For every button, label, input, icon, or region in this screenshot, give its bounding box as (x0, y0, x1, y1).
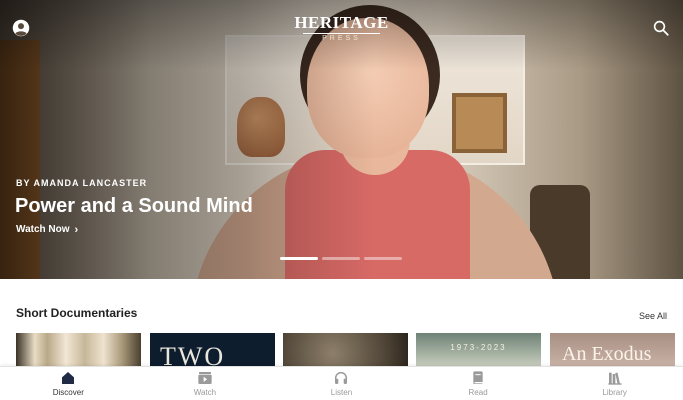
nav-item-library[interactable]: Library (546, 367, 683, 400)
documentary-card[interactable]: TWO (150, 333, 275, 367)
nav-item-listen[interactable]: Listen (273, 367, 410, 400)
card-title: 1973-2023 (450, 343, 507, 352)
app-root: HERITAGE PRESS BY AMANDA LANCASTER Power… (0, 0, 683, 400)
nav-item-label: Read (468, 388, 488, 397)
card-title: An Exodus (562, 343, 652, 365)
carousel-dot[interactable] (364, 257, 402, 260)
logo-main-text: HERITAGE (294, 13, 389, 32)
hero-banner[interactable]: HERITAGE PRESS BY AMANDA LANCASTER Power… (0, 0, 683, 279)
carousel-indicators[interactable] (280, 257, 402, 260)
nav-item-read[interactable]: Read (410, 367, 547, 400)
library-icon (608, 372, 622, 385)
nav-item-label: Library (602, 388, 627, 397)
hero-byline: BY AMANDA LANCASTER (16, 178, 148, 188)
documentary-card[interactable] (16, 333, 141, 367)
section-title: Short Documentaries (16, 306, 138, 320)
bottom-navigation: Discover Watch Listen Read Library (0, 366, 683, 400)
see-all-link[interactable]: See All (639, 311, 667, 321)
watch-now-label: Watch Now (16, 224, 70, 235)
nav-item-discover[interactable]: Discover (0, 367, 137, 400)
documentary-carousel[interactable]: TWO 1973-2023 An Exodus (16, 333, 683, 367)
nav-item-label: Discover (52, 388, 84, 397)
hero-title[interactable]: Power and a Sound Mind (15, 195, 253, 218)
nav-item-label: Watch (193, 388, 217, 397)
account-icon[interactable] (12, 19, 30, 37)
carousel-dot[interactable] (322, 257, 360, 260)
play-icon (198, 372, 212, 384)
nav-item-label: Listen (330, 388, 353, 397)
headphones-icon (335, 372, 348, 384)
logo-sub-text: PRESS (303, 33, 380, 43)
documentary-card[interactable]: An Exodus (550, 333, 675, 367)
home-icon (62, 372, 75, 384)
documentary-card[interactable]: 1973-2023 (416, 333, 541, 367)
carousel-dot[interactable] (280, 257, 318, 260)
nav-item-watch[interactable]: Watch (137, 367, 274, 400)
documentary-card[interactable] (283, 333, 408, 367)
card-title: TWO (160, 342, 226, 367)
watch-now-link[interactable]: Watch Now › (16, 224, 78, 235)
search-icon[interactable] (652, 19, 670, 37)
app-logo[interactable]: HERITAGE PRESS (291, 14, 392, 43)
chevron-right-icon: › (74, 223, 79, 236)
book-icon (473, 371, 483, 384)
